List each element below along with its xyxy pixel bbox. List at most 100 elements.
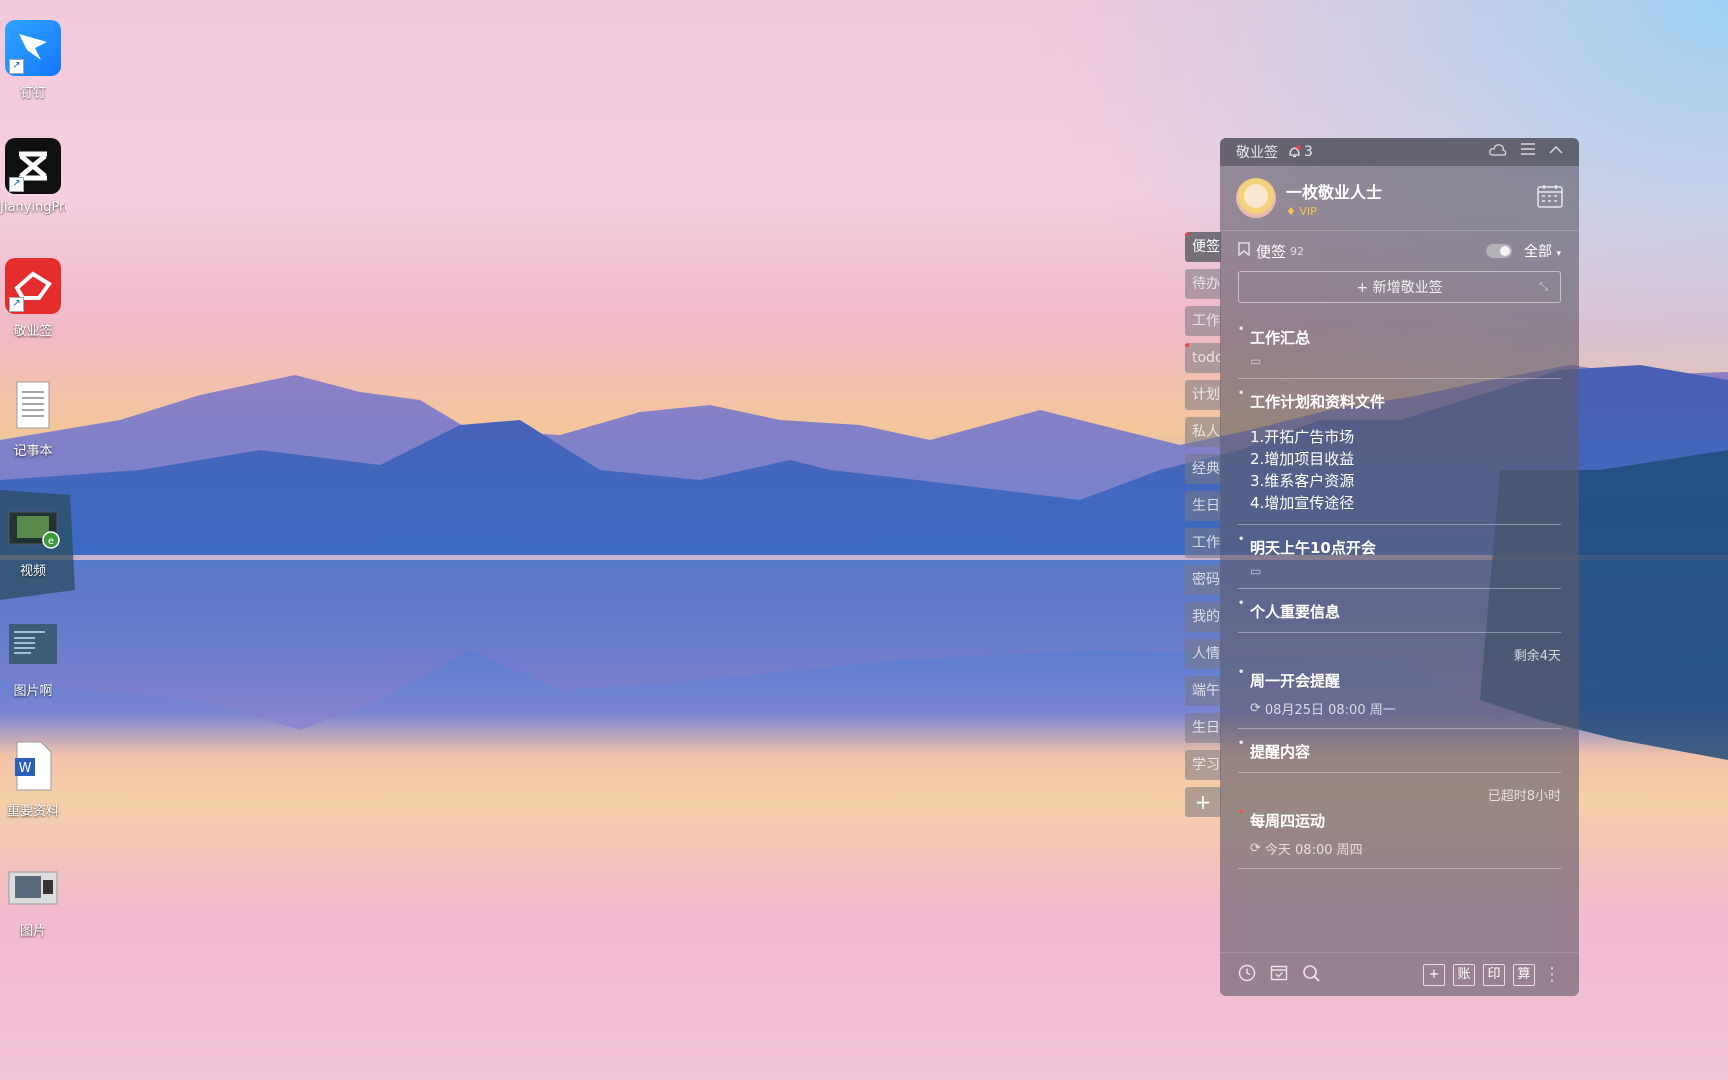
- note-item[interactable]: 提醒内容: [1238, 729, 1561, 773]
- image-file-icon: [5, 618, 61, 674]
- search-icon[interactable]: [1302, 964, 1320, 986]
- category-tab[interactable]: 人情: [1185, 639, 1221, 669]
- note-item[interactable]: 工作汇总 ▭: [1238, 315, 1561, 379]
- category-tab[interactable]: 密码: [1185, 565, 1221, 595]
- category-tab[interactable]: 经典: [1185, 454, 1221, 484]
- category-tab[interactable]: 私人: [1185, 417, 1221, 447]
- add-note-label: + 新增敬业签: [1356, 280, 1443, 296]
- user-name: 一枚敬业人士: [1286, 182, 1383, 202]
- calculator-button[interactable]: 算: [1513, 963, 1535, 986]
- desktop-icon-label: 视频: [19, 564, 46, 579]
- category-tab[interactable]: todo: [1185, 343, 1221, 373]
- category-tab[interactable]: 计划: [1185, 380, 1221, 410]
- dingtalk-icon: ↗: [5, 20, 61, 76]
- desktop-icon-word[interactable]: W 重要资料: [0, 738, 66, 819]
- scope-dropdown[interactable]: 全部 ▾: [1524, 241, 1561, 261]
- tab-label: 学习: [1192, 757, 1220, 773]
- note-body: 1.开拓广告市场 2.增加项目收益 3.维系客户资源 4.增加宣传途径: [1238, 426, 1561, 514]
- tab-label: 经典: [1192, 461, 1220, 477]
- view-toggle[interactable]: [1486, 244, 1513, 258]
- desktop-icon-jingyeqian[interactable]: ↗ 敬业签: [0, 258, 66, 339]
- vip-badge: ♦ VIP: [1286, 204, 1317, 218]
- category-tab[interactable]: 我的: [1185, 602, 1221, 632]
- desktop-icon-label: 敬业签: [13, 324, 53, 339]
- note-line: 1.开拓广告市场: [1250, 428, 1355, 446]
- note-item[interactable]: 工作计划和资料文件 1.开拓广告市场 2.增加项目收益 3.维系客户资源 4.增…: [1238, 379, 1561, 525]
- desktop-icon-image[interactable]: 图片啊: [0, 618, 66, 699]
- add-category-button[interactable]: +: [1185, 787, 1221, 817]
- menu-icon[interactable]: [1521, 143, 1535, 161]
- reminder-time: 08月25日 08:00 周一: [1264, 703, 1396, 718]
- tab-label: 便签: [1192, 239, 1220, 255]
- bell-count: 3: [1304, 144, 1313, 160]
- reminder-row: ⟳ 今天 08:00 周四: [1238, 839, 1561, 858]
- shortcut-arrow-icon: ↗: [9, 59, 24, 74]
- bottom-toolbar: + 账 印 算 ⋮: [1220, 952, 1579, 996]
- repeat-icon: ⟳: [1250, 701, 1261, 716]
- shortcut-arrow-icon: ↗: [9, 177, 24, 192]
- note-item[interactable]: 个人重要信息: [1238, 589, 1561, 633]
- jingyeqian-icon: ↗: [5, 258, 61, 314]
- category-tab[interactable]: 待办: [1185, 269, 1221, 299]
- category-tab[interactable]: 生日: [1185, 713, 1221, 743]
- inbox-check-icon[interactable]: [1270, 964, 1288, 986]
- collapse-chevron-icon[interactable]: [1549, 143, 1563, 161]
- tab-label: todo: [1192, 350, 1221, 366]
- expand-icon: ⤡: [1539, 280, 1548, 293]
- repeat-icon: ⟳: [1250, 841, 1261, 856]
- cloud-sync-icon[interactable]: [1489, 143, 1507, 161]
- desktop-icon-label: JianyingPro: [0, 200, 66, 215]
- desktop-icon-photos[interactable]: 图片: [0, 858, 66, 939]
- tab-label: 我的: [1192, 609, 1220, 625]
- desktop-icon-dingtalk[interactable]: ↗ 钉钉: [0, 20, 66, 101]
- add-note-button[interactable]: + 新增敬业签 ⤡: [1238, 271, 1561, 303]
- note-line: 4.增加宣传途径: [1250, 494, 1355, 512]
- note-item[interactable]: 已超时8小时 每周四运动 ⟳今天 08:00 周四: [1238, 773, 1561, 869]
- category-tab[interactable]: 生日: [1185, 491, 1221, 521]
- filter-bar: 便签 92 全部 ▾: [1220, 231, 1579, 271]
- shortcut-arrow-icon: ↗: [9, 297, 24, 312]
- unread-dot: [1185, 343, 1189, 347]
- video-folder-icon: e: [5, 498, 61, 554]
- tab-label: 密码: [1192, 572, 1220, 588]
- more-options-icon[interactable]: ⋮: [1543, 964, 1561, 985]
- note-title: 明天上午10点开会: [1238, 534, 1561, 558]
- category-tab[interactable]: 工作: [1185, 306, 1221, 336]
- note-item[interactable]: 剩余4天 周一开会提醒 ⟳08月25日 08:00 周一: [1238, 633, 1561, 729]
- user-header: 一枚敬业人士 ♦ VIP: [1220, 166, 1579, 231]
- add-square-button[interactable]: +: [1423, 963, 1445, 986]
- desktop-icon-notepad[interactable]: 记事本: [0, 378, 66, 459]
- desktop-icon-video[interactable]: e 视频: [0, 498, 66, 579]
- tab-label: 人情: [1192, 646, 1220, 662]
- svg-text:e: e: [48, 536, 54, 547]
- note-title: 提醒内容: [1238, 738, 1561, 762]
- vip-label: VIP: [1299, 204, 1317, 218]
- attachment-icon: ▭: [1250, 564, 1262, 578]
- note-item[interactable]: 明天上午10点开会 ▭: [1238, 525, 1561, 589]
- calendar-icon[interactable]: [1537, 184, 1563, 212]
- remaining-time: 剩余4天: [1513, 649, 1561, 664]
- print-button[interactable]: 印: [1483, 963, 1505, 986]
- category-tab[interactable]: 工作: [1185, 528, 1221, 558]
- panel-titlebar[interactable]: 敬业签 3: [1220, 138, 1579, 166]
- tab-label: 待办: [1192, 276, 1220, 292]
- tab-label: 生日: [1192, 498, 1220, 514]
- photo-folder-icon: [5, 858, 61, 914]
- app-name: 敬业签: [1236, 145, 1278, 161]
- desktop-icon-jianying[interactable]: ↗ JianyingPro: [0, 138, 66, 215]
- notification-bell[interactable]: 3: [1288, 144, 1313, 160]
- category-tab[interactable]: 便签: [1185, 232, 1221, 262]
- category-tab[interactable]: 学习: [1185, 750, 1221, 780]
- tab-label: 工作: [1192, 535, 1220, 551]
- note-title: 个人重要信息: [1238, 598, 1561, 622]
- filter-label: 便签: [1256, 242, 1287, 261]
- category-tab[interactable]: 端午: [1185, 676, 1221, 706]
- clock-icon[interactable]: [1238, 964, 1256, 986]
- user-info: 一枚敬业人士 ♦ VIP: [1286, 179, 1382, 218]
- avatar[interactable]: [1236, 178, 1276, 218]
- ledger-button[interactable]: 账: [1453, 963, 1475, 986]
- jingyeqian-panel: 敬业签 3 一枚敬业人士 ♦ VIP 便签 92 全部 ▾ + 新增敬业签 ⤡ …: [1220, 138, 1579, 996]
- desktop-icon-label: 重要资料: [6, 804, 59, 819]
- note-title: 周一开会提醒: [1238, 667, 1561, 691]
- word-doc-icon: W: [5, 738, 61, 794]
